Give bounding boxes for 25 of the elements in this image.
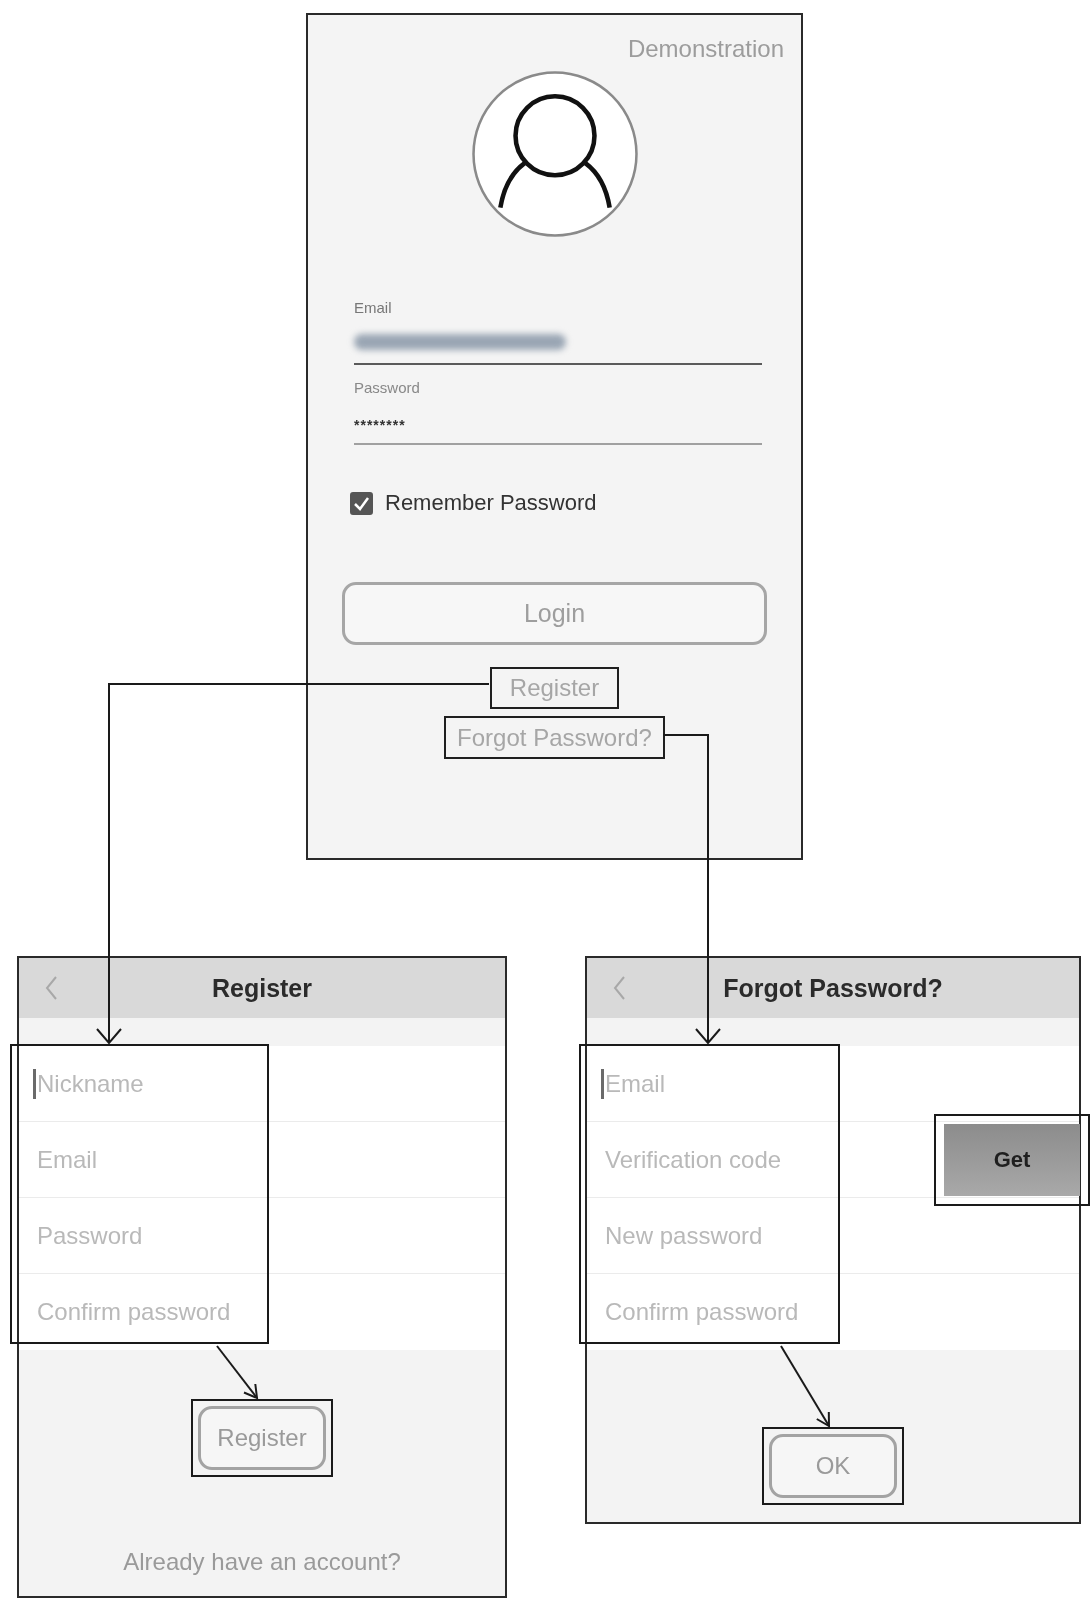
get-button[interactable]: Get bbox=[944, 1123, 1080, 1196]
ok-button[interactable]: OK bbox=[769, 1434, 897, 1498]
checkbox[interactable] bbox=[350, 491, 373, 515]
back-icon[interactable] bbox=[45, 976, 57, 1000]
input-field[interactable]: Password bbox=[33, 1220, 505, 1251]
input-field[interactable]: Nickname bbox=[33, 1068, 505, 1099]
checkbox-label: Remember Password bbox=[385, 490, 597, 516]
screen-title: Forgot Password? bbox=[723, 973, 943, 1003]
input-field[interactable]: Verification code bbox=[601, 1144, 934, 1175]
forgot-password-link[interactable]: Forgot Password? bbox=[444, 716, 665, 759]
account-link[interactable]: Already have an account? bbox=[123, 1548, 401, 1576]
input-field[interactable]: Confirm password bbox=[33, 1297, 505, 1327]
input-field[interactable]: Email bbox=[33, 1144, 505, 1175]
input-field[interactable]: Email bbox=[601, 1068, 1079, 1099]
password-field[interactable]: Password ******** bbox=[354, 379, 762, 445]
input-field[interactable]: Confirm password bbox=[601, 1297, 1079, 1327]
screen-title: Register bbox=[211, 973, 312, 1003]
register-button[interactable]: Register bbox=[198, 1406, 326, 1470]
register-link[interactable]: Register bbox=[489, 667, 620, 709]
avatar-icon bbox=[471, 71, 638, 237]
demo-label: Demonstration bbox=[627, 35, 784, 63]
login-button[interactable]: Login bbox=[342, 582, 767, 645]
input-field[interactable]: New password bbox=[601, 1220, 1079, 1251]
back-icon[interactable] bbox=[613, 976, 625, 1000]
email-field[interactable]: Email bbox=[354, 299, 762, 365]
